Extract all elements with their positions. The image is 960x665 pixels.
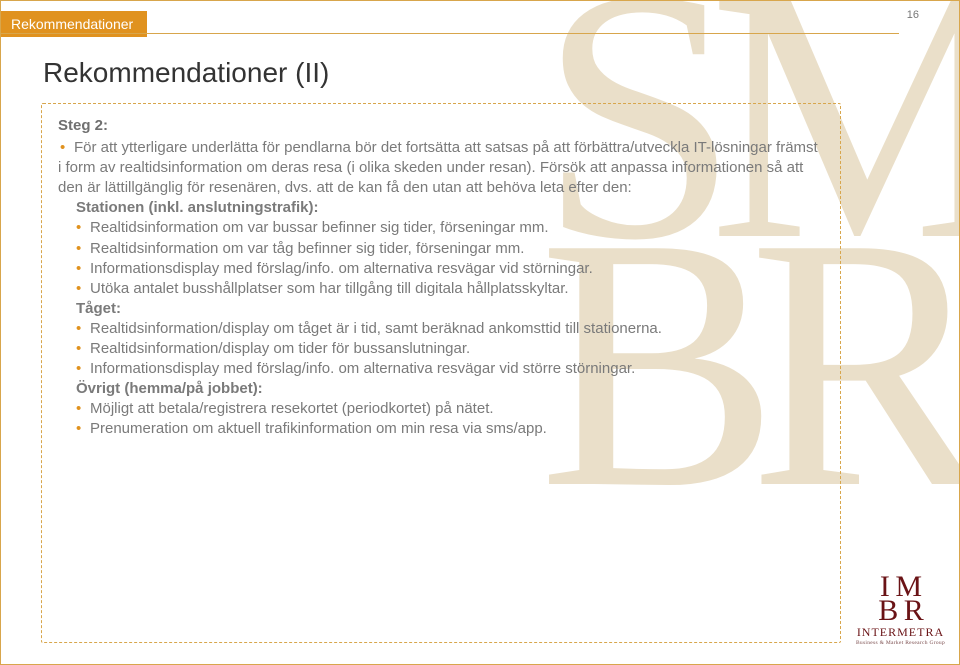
intro-text: För att ytterligare underlätta för pendl… (58, 139, 818, 196)
company-logo: I M B R INTERMETRA Business & Market Res… (856, 575, 945, 646)
list-item: Realtidsinformation om var bussar befinn… (58, 218, 824, 238)
logo-name: INTERMETRA (856, 625, 945, 640)
other-heading: Övrigt (hemma/på jobbet): (58, 379, 824, 399)
page-number: 16 (907, 9, 919, 21)
page-title: Rekommendationer (II) (43, 57, 329, 89)
logo-tagline: Business & Market Research Group (856, 640, 945, 646)
train-heading: Tåget: (58, 299, 824, 319)
list-item: Realtidsinformation/display om tåget är … (58, 319, 824, 339)
step-heading: Steg 2: (58, 116, 824, 136)
logo-mark: I M B R (856, 575, 945, 623)
content-list: För att ytterligare underlätta för pendl… (58, 138, 824, 439)
station-heading: Stationen (inkl. anslutningstrafik): (58, 198, 824, 218)
content-box: Steg 2: För att ytterligare underlätta f… (41, 103, 841, 643)
list-item: Informationsdisplay med förslag/info. om… (58, 359, 824, 379)
list-item: Realtidsinformation om var tåg befinner … (58, 239, 824, 259)
slide-frame: SMBR Rekommendationer 16 Rekommendatione… (0, 0, 960, 665)
tab-underline (1, 33, 899, 34)
list-item: Informationsdisplay med förslag/info. om… (58, 259, 824, 279)
intro-bullet: För att ytterligare underlätta för pendl… (58, 138, 824, 198)
list-item: Realtidsinformation/display om tider för… (58, 339, 824, 359)
list-item: Prenumeration om aktuell trafikinformati… (58, 419, 824, 439)
list-item: Möjligt att betala/registrera resekortet… (58, 399, 824, 419)
list-item: Utöka antalet busshållplatser som har ti… (58, 279, 824, 299)
